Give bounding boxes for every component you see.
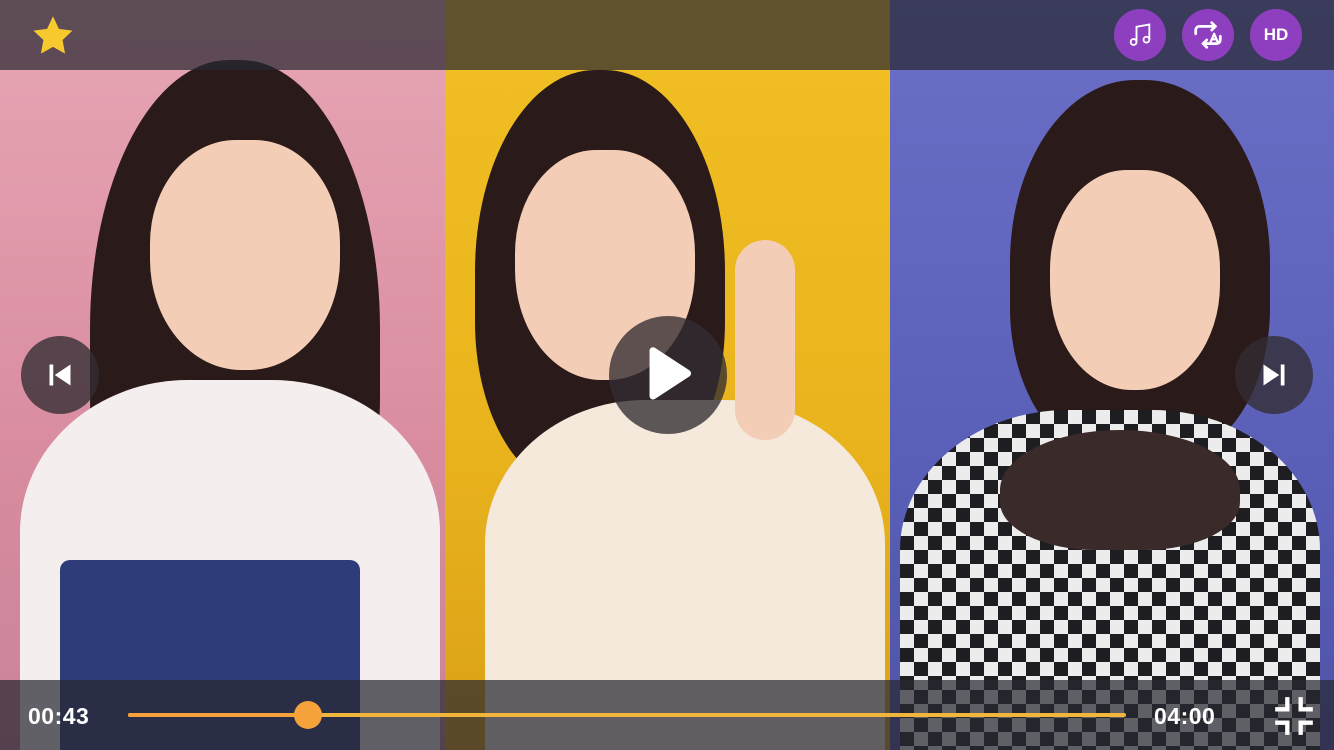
top-bar: HD [0,0,1334,70]
hd-label: HD [1263,25,1289,44]
repeat-button[interactable] [1182,9,1234,61]
repeat-a-icon [1194,21,1222,49]
total-time: 04:00 [1154,703,1216,729]
favorite-button[interactable] [30,14,76,58]
play-button[interactable] [609,316,727,434]
exit-fullscreen-icon [1275,697,1313,735]
video-player[interactable]: HD 00:43 04:00 [0,0,1334,750]
current-time: 00:43 [28,703,90,729]
skip-previous-icon [49,364,71,386]
play-icon [649,347,692,400]
seek-bar[interactable] [128,701,1126,729]
previous-button[interactable] [21,336,99,414]
hd-button[interactable]: HD [1250,9,1302,61]
star-icon [33,16,73,54]
seek-handle[interactable] [293,701,322,729]
music-note-icon [1129,23,1151,46]
next-button[interactable] [1235,336,1313,414]
music-button[interactable] [1114,9,1166,61]
seek-progress [128,713,308,717]
bottom-bar: 00:43 04:00 [0,680,1334,750]
fullscreen-button[interactable] [1274,696,1314,736]
skip-next-icon [1263,364,1285,386]
